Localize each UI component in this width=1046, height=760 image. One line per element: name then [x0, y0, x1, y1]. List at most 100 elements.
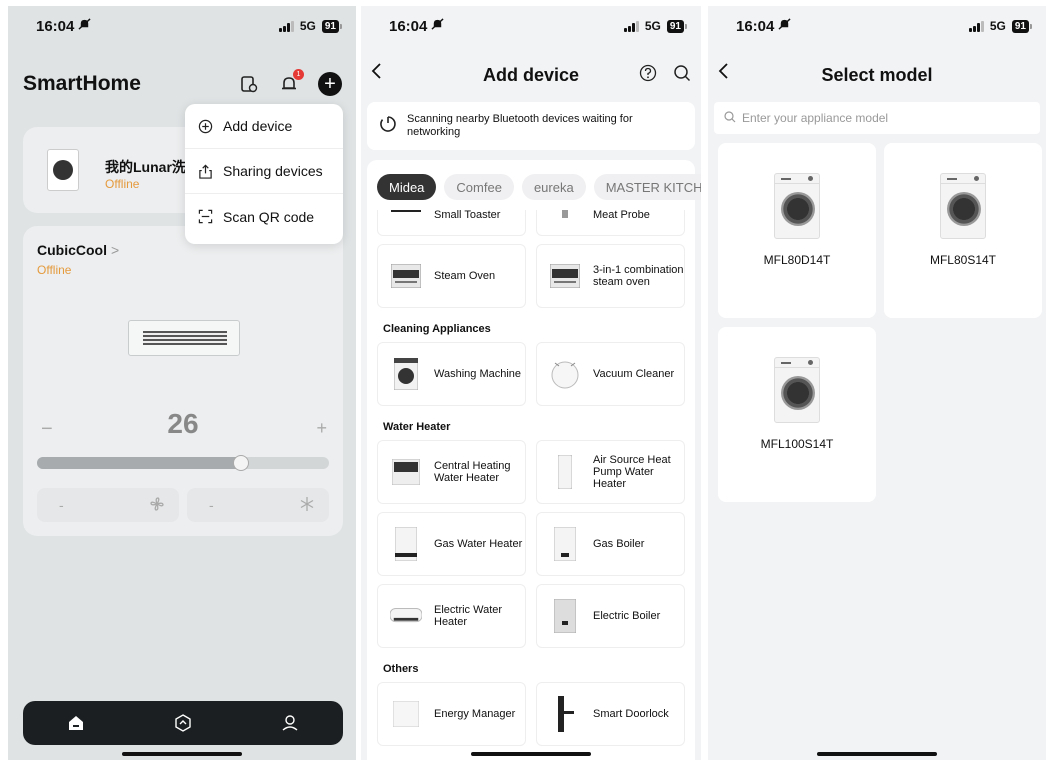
device-item-label: Vacuum Cleaner: [593, 368, 675, 380]
device-item-electric-water-heater[interactable]: Electric Water Heater: [377, 584, 526, 648]
home-icon: [69, 716, 84, 730]
device-item-label: Smart Doorlock: [593, 708, 669, 720]
brand-tab-comfee[interactable]: Comfee: [444, 174, 514, 200]
device-settings-icon[interactable]: [238, 73, 260, 95]
device-item-vacuum-cleaner[interactable]: Vacuum Cleaner: [536, 342, 685, 406]
temperature-slider[interactable]: [37, 455, 329, 471]
user-icon: [282, 715, 298, 731]
model-card-mfl80d14t[interactable]: MFL80D14T: [718, 143, 876, 318]
device-item-label: Meat Probe: [593, 210, 650, 221]
battery-level: 91: [321, 19, 339, 33]
washing-machine-image: [940, 173, 986, 239]
add-device-screen: 16:04 5G 91 Add device Scanning nearby B…: [361, 6, 701, 760]
bluetooth-scan-banner: Scanning nearby Bluetooth devices waitin…: [367, 102, 695, 150]
device-item-washing-machine[interactable]: Washing Machine: [377, 342, 526, 406]
status-bar: 16:04 5G 91: [361, 6, 701, 46]
menu-item-add-device[interactable]: Add device: [185, 104, 343, 149]
battery-tip: [340, 23, 342, 29]
menu-item-label: Add device: [223, 118, 293, 134]
device-item-central-heating-water-heater[interactable]: Central Heating Water Heater: [377, 440, 526, 504]
network-label: 5G: [644, 19, 661, 33]
energy-manager-icon: [390, 698, 422, 730]
cool-mode-button[interactable]: -: [187, 488, 329, 522]
fan-icon: [149, 496, 165, 515]
search-icon[interactable]: [673, 64, 691, 87]
device-item-steam-oven[interactable]: Steam Oven: [377, 244, 526, 308]
back-chevron-icon[interactable]: [371, 62, 383, 86]
menu-item-label: Scan QR code: [223, 208, 315, 225]
tab-profile[interactable]: [278, 711, 302, 735]
model-name: MFL80D14T: [763, 253, 831, 267]
washing-machine-icon: [390, 358, 422, 390]
water-heater-grid: Central Heating Water Heater Air Source …: [377, 440, 689, 648]
device-item-air-source-heat-pump[interactable]: Air Source Heat Pump Water Heater: [536, 440, 685, 504]
washer-thumbnail: [47, 149, 79, 191]
cool-mode-value: -: [209, 497, 214, 513]
device-item-label: Energy Manager: [434, 708, 516, 720]
back-chevron-icon[interactable]: [718, 62, 730, 86]
slider-knob[interactable]: [233, 455, 250, 471]
model-card-mfl80s14t[interactable]: MFL80S14T: [884, 143, 1042, 318]
status-time: 16:04: [736, 17, 775, 35]
heat-pump-icon: [549, 455, 581, 489]
doorlock-icon: [549, 696, 581, 732]
device-item-gas-boiler[interactable]: Gas Boiler: [536, 512, 685, 576]
device-card-cubiccool[interactable]: CubicCool > Offline − 26 + - -: [23, 226, 343, 536]
electric-heater-icon: [390, 600, 422, 632]
device-item-label: Small Toaster: [434, 210, 501, 221]
mute-bell-icon: [78, 17, 91, 35]
brand-tab-eureka[interactable]: eureka: [521, 174, 586, 200]
nav-actions: [639, 64, 691, 87]
add-plus-icon[interactable]: +: [318, 72, 342, 96]
slider-fill: [37, 457, 242, 469]
signal-icon: [278, 20, 294, 32]
brand-tab-master-kitchen[interactable]: MASTER KITCH: [593, 174, 701, 200]
model-card-mfl100s14t[interactable]: MFL100S14T: [718, 327, 876, 502]
battery-tip: [685, 23, 687, 29]
device-item-small-toaster[interactable]: Small Toaster: [377, 210, 526, 236]
scan-icon: [197, 209, 213, 225]
network-label: 5G: [989, 19, 1006, 33]
device-item-electric-boiler[interactable]: Electric Boiler: [536, 584, 685, 648]
device-item-energy-manager[interactable]: Energy Manager: [377, 682, 526, 746]
model-search-input[interactable]: Enter your appliance model: [714, 102, 1040, 134]
category-title: Water Heater: [383, 421, 451, 433]
home-indicator: [817, 752, 937, 756]
status-bar: 16:04 5G 91: [708, 6, 1046, 46]
add-menu-dropdown: Add device Sharing devices Scan QR code: [185, 104, 343, 244]
device-item-gas-water-heater[interactable]: Gas Water Heater: [377, 512, 526, 576]
temp-increase-button[interactable]: +: [316, 418, 327, 439]
notification-bell-icon[interactable]: 1: [278, 69, 304, 95]
fan-mode-button[interactable]: -: [37, 488, 179, 522]
help-icon[interactable]: [639, 64, 657, 87]
gas-heater-icon: [390, 527, 422, 561]
menu-item-scan-qr[interactable]: Scan QR code: [185, 194, 343, 239]
device-catalog-panel: Midea Comfee eureka MASTER KITCH Small T…: [367, 160, 701, 760]
category-title: Others: [383, 663, 419, 675]
device-item-label: 3-in-1 combination steam oven: [593, 264, 684, 288]
search-placeholder: Enter your appliance model: [742, 111, 889, 125]
share-icon: [197, 163, 213, 179]
probe-icon: [549, 210, 581, 221]
menu-item-sharing-devices[interactable]: Sharing devices: [185, 149, 343, 194]
category-list[interactable]: Small Toaster Meat Probe Steam Oven 3-in…: [377, 210, 689, 760]
status-time: 16:04: [36, 17, 75, 35]
page-title: Add device: [482, 64, 580, 85]
device-item-label: Electric Water Heater: [434, 604, 503, 628]
app-title: SmartHome: [23, 72, 141, 95]
device-item-meat-probe[interactable]: Meat Probe: [536, 210, 685, 236]
model-name: MFL80S14T: [929, 253, 997, 267]
notification-badge: 1: [293, 69, 304, 80]
tab-home[interactable]: [64, 711, 88, 735]
scan-status-text: Scanning nearby Bluetooth devices waitin…: [407, 113, 633, 138]
battery-tip: [1030, 23, 1032, 29]
tab-scenes[interactable]: [171, 711, 195, 735]
mute-bell-icon: [431, 17, 444, 35]
others-grid: Energy Manager Smart Doorlock: [377, 682, 689, 746]
mute-bell-icon: [778, 17, 791, 35]
cleaning-grid: Washing Machine Vacuum Cleaner: [377, 342, 689, 406]
device-item-combination-steam-oven[interactable]: 3-in-1 combination steam oven: [536, 244, 685, 308]
brand-tab-midea[interactable]: Midea: [377, 174, 437, 200]
device-item-smart-doorlock[interactable]: Smart Doorlock: [536, 682, 685, 746]
washing-machine-image: [774, 173, 820, 239]
